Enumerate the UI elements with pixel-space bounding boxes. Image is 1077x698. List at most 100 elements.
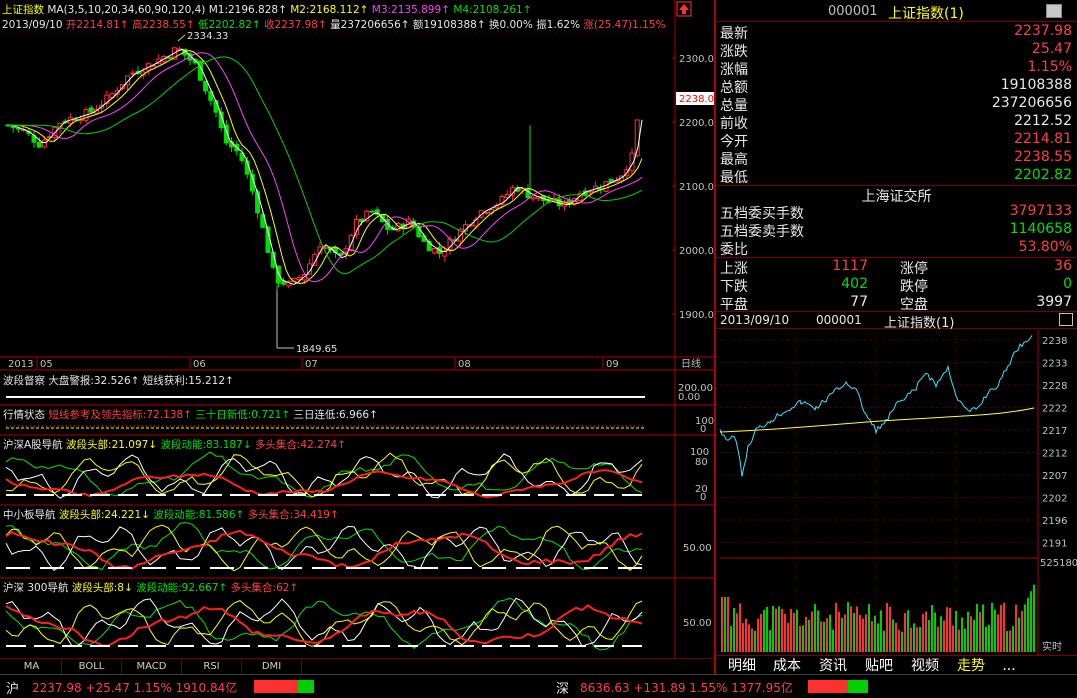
volume-bar [853, 613, 855, 652]
tab-boll[interactable]: BOLL [62, 659, 122, 675]
volume-bar [952, 625, 954, 652]
volume-bar [922, 614, 924, 652]
volume-bar [937, 626, 939, 652]
svg-text:80: 80 [695, 457, 708, 468]
volume-bar [784, 613, 786, 652]
volume-bar [910, 627, 912, 652]
candle-body [603, 181, 609, 192]
svg-text:08: 08 [458, 359, 471, 370]
quote-row: 涨幅 1.15% [720, 59, 1074, 78]
tab-rsi[interactable]: RSI [182, 659, 242, 675]
indicator-line [5, 525, 643, 572]
price-tick: 2100.0 [679, 182, 714, 193]
volume-bar [862, 618, 864, 652]
volume-bar [1021, 611, 1023, 652]
tab-forum[interactable]: 贴吧 [856, 656, 902, 676]
tab-cost[interactable]: 成本 [764, 656, 810, 676]
volume-bar [793, 612, 795, 652]
tab-detail[interactable]: 明细 [720, 656, 764, 676]
volume-bar [919, 627, 921, 652]
status-indicator-label[interactable]: 行情状态 短线参考及领先指标:72.138↑ 三十日新低:0.721↑ 三日连低… [3, 407, 378, 422]
volume-bar [970, 616, 972, 652]
candle-body [431, 248, 437, 254]
sme-indicator-label[interactable]: 中小板导航 波段头部:24.221↓ 波段动能:81.586↑ 多头集合:34.… [3, 507, 339, 522]
volume-bar [901, 631, 903, 652]
volume-bar [823, 621, 825, 652]
volume-bar [964, 628, 966, 652]
indicator-line [5, 524, 643, 572]
kline-chart[interactable]: 2300.0 2200.0 2100.0 2000.0 1900.0 2334.33 1… [0, 0, 714, 658]
volume-bar [787, 622, 789, 652]
quote-row: 最低 2202.82 [720, 167, 1074, 186]
volume-bar [1006, 631, 1008, 652]
quote-panel: 000001 上证指数(1) 最新 2237.98 涨跌 25.47 涨幅 1.15% 总额… [714, 0, 1077, 674]
wave-indicator-label[interactable]: 波段督察 大盘警报:32.526↑ 短线获利:15.212↑ [3, 373, 234, 388]
volume-bar [904, 612, 906, 652]
intraday-price-tick: 2191 [1042, 539, 1067, 550]
order-row-label: 五档委卖手数 [720, 224, 804, 240]
volume-bar [988, 624, 990, 652]
volume-bar [1027, 597, 1029, 652]
tab-ma[interactable]: MA [2, 659, 62, 675]
volume-bar [1018, 617, 1020, 652]
quote-row-value: 2238.55 [1014, 149, 1072, 165]
market-status-bar: 沪 2237.98 +25.47 1.15% 1910.84亿 深 8636.6… [0, 674, 1077, 698]
hsa-indicator-label[interactable]: 沪深A股导航 波段头部:21.097↓ 波段动能:83.187↓ 多头集合:42… [3, 437, 346, 452]
svg-text:0: 0 [700, 424, 706, 435]
quote-row-label: 最高 [720, 152, 748, 168]
volume-bar [841, 617, 843, 652]
volume-bar [940, 616, 942, 652]
intraday-price-axis: 2238 2233 2228 2222 2217 2212 2207 2202 2196 2191 [1042, 336, 1067, 550]
tab-dmi[interactable]: DMI [242, 659, 302, 675]
volume-bar [751, 628, 753, 652]
scroll-up-icon[interactable] [676, 1, 692, 17]
intraday-price-tick: 2212 [1042, 449, 1067, 460]
quote-row-label: 最低 [720, 170, 748, 186]
quote-row-value: 1.15% [1027, 59, 1072, 75]
volume-bar [844, 614, 846, 652]
sh-summary[interactable]: 2237.98 +25.47 1.15% 1910.84亿 [32, 679, 237, 696]
volume-bar [955, 611, 957, 652]
volume-bar [1015, 604, 1017, 652]
intraday-price-tick: 2217 [1042, 426, 1067, 437]
svg-text:0.00: 0.00 [678, 392, 700, 403]
quote-row-label: 最新 [720, 26, 748, 42]
volume-bar [829, 614, 831, 652]
volume-bar [775, 608, 777, 652]
volume-bar [733, 607, 735, 652]
volume-bar [925, 611, 927, 652]
volume-bar [961, 617, 963, 652]
volume-bar [856, 606, 858, 652]
tab-news[interactable]: 资讯 [810, 656, 856, 676]
tab-more[interactable]: ... [994, 656, 1024, 676]
current-price-tag: 2238.0 [679, 94, 714, 105]
volume-bar [883, 630, 885, 652]
volume-bar [1033, 584, 1035, 652]
quote-row-label: 总量 [720, 98, 748, 114]
indicator-line [5, 529, 643, 571]
breadth-row-2: 下跌 402 跌停 0 [720, 276, 1072, 295]
order-row: 委比 53.80% [720, 239, 1074, 258]
window-menu-icon[interactable] [1046, 4, 1062, 18]
volume-bar [820, 621, 822, 652]
candle-body [88, 107, 94, 113]
candle-body [41, 139, 47, 148]
tab-macd[interactable]: MACD [122, 659, 182, 675]
svg-text:50.00: 50.00 [683, 543, 712, 554]
volume-bar [757, 618, 759, 652]
date-axis: 2013 05 06 07 08 09 日线 [8, 357, 701, 370]
tab-video[interactable]: 视频 [902, 656, 948, 676]
intraday-chart[interactable]: 2238 2233 2228 2222 2217 2212 2207 2202 2196 2191… [716, 330, 1077, 655]
tab-trend[interactable]: 走势 [948, 656, 994, 676]
sh-breadth-bar [254, 680, 314, 693]
candle-body [5, 124, 11, 127]
hs300-indicator-label[interactable]: 沪深 300导航 波段头部:8↓ 波段动能:92.667↑ 多头集合:62↑ [3, 580, 298, 595]
intraday-price-tick: 2238 [1042, 336, 1067, 347]
order-row-label: 委比 [720, 242, 748, 258]
intraday-lines [719, 335, 1035, 477]
volume-bar [730, 626, 732, 652]
sz-summary[interactable]: 8636.63 +131.89 1.55% 1377.95亿 [580, 679, 793, 696]
intraday-toggle-icon[interactable] [1059, 313, 1073, 326]
volume-bar [778, 606, 780, 652]
volume-bar [997, 614, 999, 652]
